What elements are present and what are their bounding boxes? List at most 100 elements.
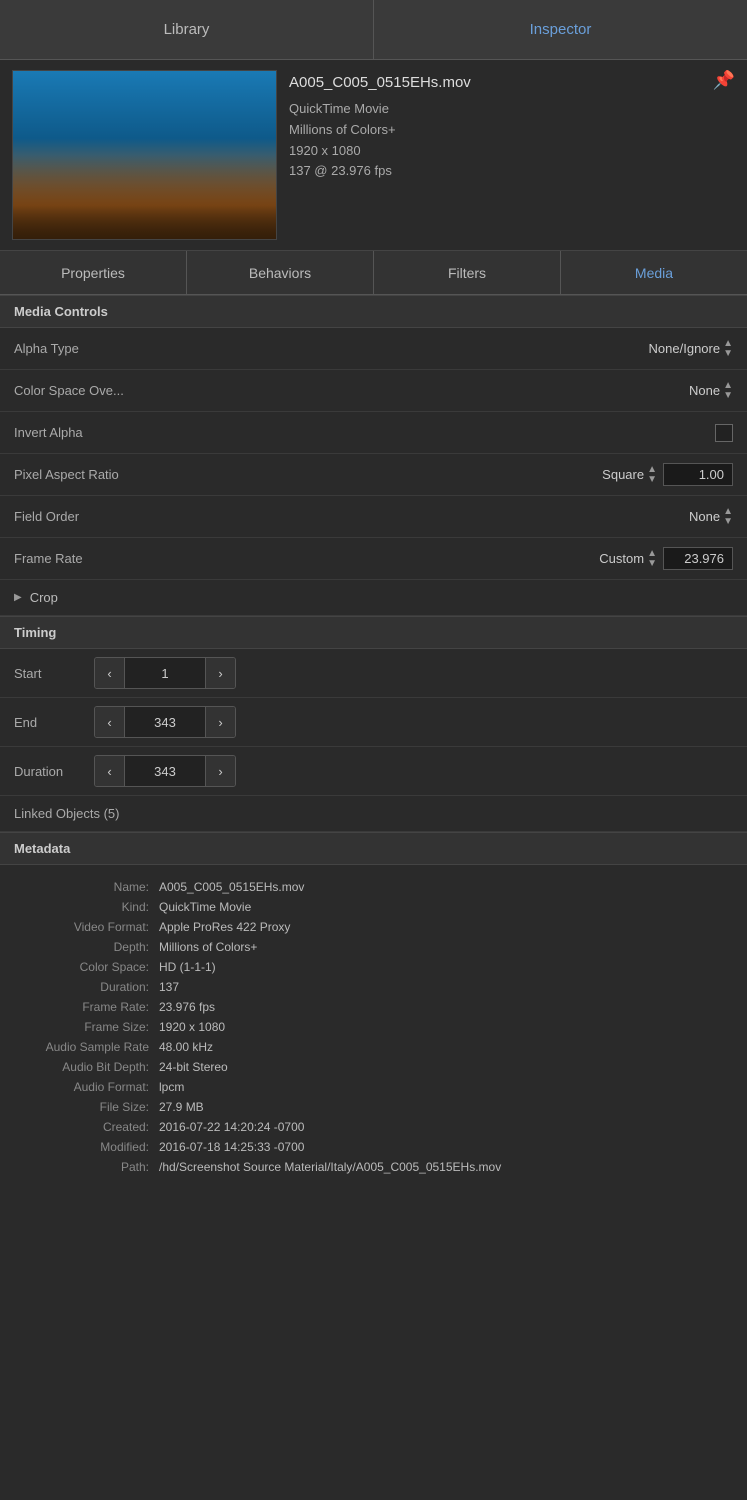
frame-rate-number[interactable]: 23.976	[663, 547, 733, 570]
color-space-dropdown[interactable]: None ▲▼	[689, 381, 733, 401]
metadata-key: Audio Bit Depth:	[14, 1060, 159, 1074]
duration-stepper: ‹ 343 ›	[94, 755, 236, 787]
end-stepper: ‹ 343 ›	[94, 706, 236, 738]
sub-tab-bar: Properties Behaviors Filters Media	[0, 251, 747, 295]
duration-increment-button[interactable]: ›	[205, 756, 235, 786]
end-value: 343	[125, 715, 205, 730]
crop-row[interactable]: ▶ Crop	[0, 580, 747, 616]
frame-rate-dropdown[interactable]: Custom ▲▼	[599, 549, 657, 569]
metadata-row: Video Format: Apple ProRes 422 Proxy	[14, 917, 733, 937]
metadata-key: Name:	[14, 880, 159, 894]
metadata-key: Frame Rate:	[14, 1000, 159, 1014]
frame-rate-row: Frame Rate Custom ▲▼ 23.976	[0, 538, 747, 580]
pixel-aspect-label: Pixel Aspect Ratio	[14, 467, 174, 482]
color-space-arrows: ▲▼	[723, 381, 733, 401]
alpha-type-value: None/Ignore ▲▼	[649, 339, 733, 359]
pixel-aspect-row: Pixel Aspect Ratio Square ▲▼ 1.00	[0, 454, 747, 496]
metadata-key: Audio Format:	[14, 1080, 159, 1094]
tab-media[interactable]: Media	[561, 251, 747, 294]
metadata-value: 2016-07-18 14:25:33 -0700	[159, 1140, 733, 1154]
file-info: A005_C005_0515EHs.mov QuickTime Movie Mi…	[289, 70, 735, 182]
start-increment-button[interactable]: ›	[205, 658, 235, 688]
field-order-value: None ▲▼	[689, 507, 733, 527]
metadata-key: Audio Sample Rate	[14, 1040, 159, 1054]
metadata-row: Name: A005_C005_0515EHs.mov	[14, 877, 733, 897]
start-stepper: ‹ 1 ›	[94, 657, 236, 689]
crop-triangle-icon: ▶	[14, 592, 22, 603]
metadata-value: HD (1-1-1)	[159, 960, 733, 974]
tab-filters[interactable]: Filters	[374, 251, 561, 294]
end-label: End	[14, 715, 94, 730]
pin-icon[interactable]: 📌	[713, 70, 735, 91]
metadata-value: /hd/Screenshot Source Material/Italy/A00…	[159, 1160, 733, 1174]
frame-rate-value: Custom ▲▼ 23.976	[599, 547, 733, 570]
metadata-row: File Size: 27.9 MB	[14, 1097, 733, 1117]
metadata-row: Modified: 2016-07-18 14:25:33 -0700	[14, 1137, 733, 1157]
metadata-row: Audio Bit Depth: 24-bit Stereo	[14, 1057, 733, 1077]
metadata-row: Color Space: HD (1-1-1)	[14, 957, 733, 977]
metadata-key: Color Space:	[14, 960, 159, 974]
file-depth: Millions of Colors+	[289, 120, 735, 141]
duration-decrement-button[interactable]: ‹	[95, 756, 125, 786]
metadata-row: Frame Rate: 23.976 fps	[14, 997, 733, 1017]
metadata-value: QuickTime Movie	[159, 900, 733, 914]
crop-label: Crop	[30, 590, 58, 605]
color-space-row: Color Space Ove... None ▲▼	[0, 370, 747, 412]
file-header: A005_C005_0515EHs.mov QuickTime Movie Mi…	[0, 60, 747, 251]
invert-alpha-label: Invert Alpha	[14, 425, 174, 440]
metadata-value: lpcm	[159, 1080, 733, 1094]
linked-objects-label: Linked Objects (5)	[14, 806, 120, 821]
field-order-row: Field Order None ▲▼	[0, 496, 747, 538]
metadata-value: 1920 x 1080	[159, 1020, 733, 1034]
metadata-key: Kind:	[14, 900, 159, 914]
file-resolution: 1920 x 1080	[289, 141, 735, 162]
metadata-key: Duration:	[14, 980, 159, 994]
file-fps-summary: 137 @ 23.976 fps	[289, 161, 735, 182]
metadata-row: Audio Sample Rate 48.00 kHz	[14, 1037, 733, 1057]
alpha-type-row: Alpha Type None/Ignore ▲▼	[0, 328, 747, 370]
color-space-label: Color Space Ove...	[14, 383, 174, 398]
tab-properties[interactable]: Properties	[0, 251, 187, 294]
metadata-value: 23.976 fps	[159, 1000, 733, 1014]
duration-value: 343	[125, 764, 205, 779]
pixel-aspect-dropdown[interactable]: Square ▲▼	[602, 465, 657, 485]
alpha-type-arrows: ▲▼	[723, 339, 733, 359]
metadata-row: Audio Format: lpcm	[14, 1077, 733, 1097]
media-controls-header: Media Controls	[0, 295, 747, 328]
field-order-arrows: ▲▼	[723, 507, 733, 527]
metadata-value: 48.00 kHz	[159, 1040, 733, 1054]
start-label: Start	[14, 666, 94, 681]
frame-rate-label: Frame Rate	[14, 551, 174, 566]
metadata-value: 24-bit Stereo	[159, 1060, 733, 1074]
metadata-value: A005_C005_0515EHs.mov	[159, 880, 733, 894]
duration-label: Duration	[14, 764, 94, 779]
end-decrement-button[interactable]: ‹	[95, 707, 125, 737]
pixel-aspect-arrows: ▲▼	[647, 465, 657, 485]
pixel-aspect-number[interactable]: 1.00	[663, 463, 733, 486]
metadata-value: Apple ProRes 422 Proxy	[159, 920, 733, 934]
metadata-row: Kind: QuickTime Movie	[14, 897, 733, 917]
metadata-row: Depth: Millions of Colors+	[14, 937, 733, 957]
tab-behaviors[interactable]: Behaviors	[187, 251, 374, 294]
metadata-value: Millions of Colors+	[159, 940, 733, 954]
invert-alpha-checkbox[interactable]	[715, 424, 733, 442]
pixel-aspect-value: Square ▲▼ 1.00	[602, 463, 733, 486]
metadata-header: Metadata	[0, 832, 747, 865]
metadata-key: Depth:	[14, 940, 159, 954]
end-increment-button[interactable]: ›	[205, 707, 235, 737]
tab-inspector[interactable]: Inspector	[374, 0, 747, 59]
main-tab-bar: Library Inspector	[0, 0, 747, 60]
tab-library[interactable]: Library	[0, 0, 374, 59]
start-decrement-button[interactable]: ‹	[95, 658, 125, 688]
invert-alpha-value	[715, 424, 733, 442]
field-order-dropdown[interactable]: None ▲▼	[689, 507, 733, 527]
thumbnail	[12, 70, 277, 240]
timing-end-row: End ‹ 343 ›	[0, 698, 747, 747]
metadata-value: 2016-07-22 14:20:24 -0700	[159, 1120, 733, 1134]
alpha-type-dropdown[interactable]: None/Ignore ▲▼	[649, 339, 733, 359]
linked-objects-row: Linked Objects (5)	[0, 796, 747, 832]
main-content: Media Controls Alpha Type None/Ignore ▲▼…	[0, 295, 747, 1189]
frame-rate-arrows: ▲▼	[647, 549, 657, 569]
metadata-key: File Size:	[14, 1100, 159, 1114]
timing-duration-row: Duration ‹ 343 ›	[0, 747, 747, 796]
